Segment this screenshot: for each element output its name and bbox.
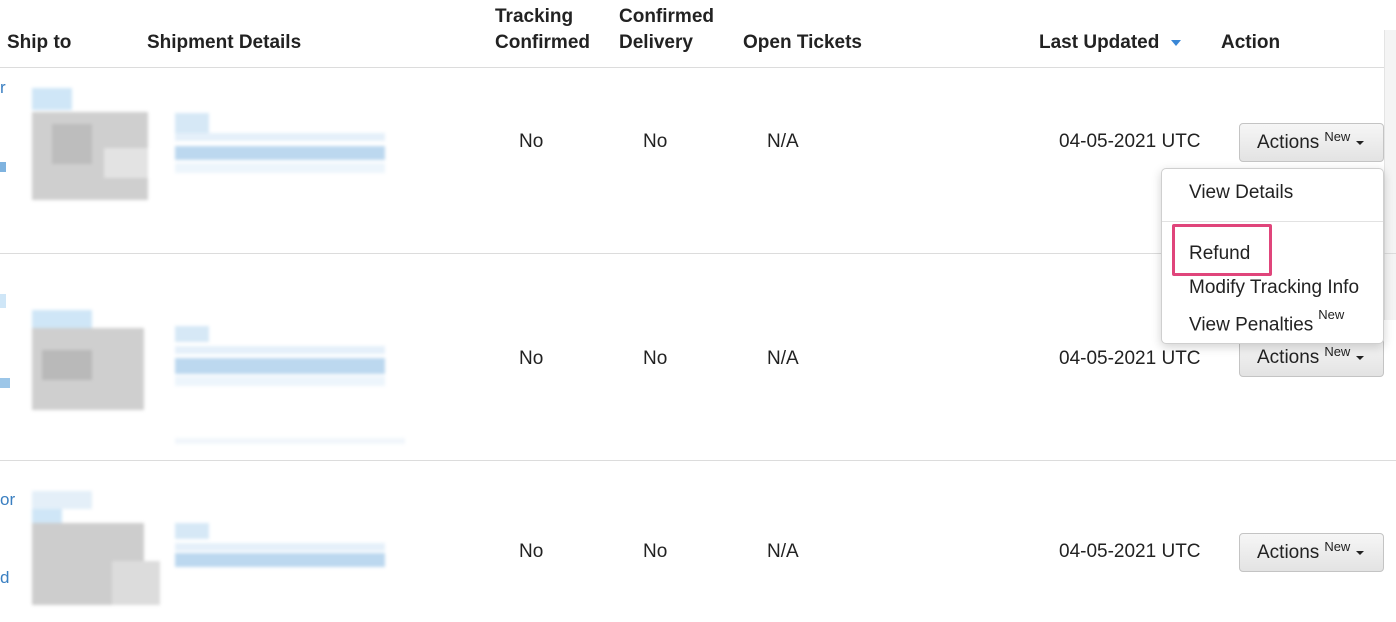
column-header-ship-to[interactable]: Ship to	[7, 30, 71, 56]
column-header-last-updated-label: Last Updated	[1039, 32, 1160, 53]
confirmed-delivery-value: No	[643, 541, 668, 562]
caret-down-icon	[1356, 140, 1365, 145]
caret-down-icon	[1356, 355, 1365, 360]
redacted-customer-image	[32, 491, 160, 605]
last-updated-value: 04-05-2021 UTC	[1059, 541, 1201, 562]
column-header-tracking-confirmed-line2: Confirmed	[495, 32, 590, 53]
table-header: Ship to Shipment Details Tracking Confir…	[0, 0, 1396, 68]
sort-descending-icon[interactable]	[1171, 39, 1182, 46]
ship-to-link-fragment[interactable]: d	[0, 568, 9, 588]
column-header-tracking-confirmed[interactable]: Tracking Confirmed	[495, 4, 590, 56]
redacted-shipment-details	[175, 326, 405, 446]
actions-dropdown-button[interactable]: Actions New	[1239, 533, 1384, 572]
table-row: or d No No N/A 04-05-2021 UTC Actions New	[0, 461, 1396, 622]
caret-down-icon	[1356, 550, 1365, 555]
new-badge: New	[1324, 539, 1351, 554]
column-header-confirmed-delivery-line1: Confirmed	[619, 6, 714, 27]
menu-item-view-penalties-label: View Penalties	[1189, 314, 1314, 336]
last-updated-value: 04-05-2021 UTC	[1059, 131, 1201, 152]
confirmed-delivery-value: No	[643, 131, 668, 152]
tracking-confirmed-value: No	[519, 348, 544, 369]
tracking-confirmed-value: No	[519, 131, 544, 152]
redacted-shipment-details	[175, 113, 385, 179]
ship-to-link-fragment[interactable]: r	[0, 78, 6, 98]
tracking-confirmed-value: No	[519, 541, 544, 562]
confirmed-delivery-value: No	[643, 348, 668, 369]
column-header-tracking-confirmed-line1: Tracking	[495, 6, 574, 27]
menu-item-modify-tracking-info[interactable]: Modify Tracking Info	[1189, 277, 1359, 299]
ship-to-link-fragment[interactable]: or	[0, 490, 15, 510]
open-tickets-value: N/A	[767, 541, 799, 562]
actions-label: Actions	[1257, 346, 1320, 368]
new-badge: New	[1318, 307, 1345, 322]
actions-label: Actions	[1257, 541, 1320, 563]
column-header-confirmed-delivery-line2: Delivery	[619, 32, 693, 53]
column-header-action: Action	[1221, 32, 1281, 53]
menu-item-view-penalties[interactable]: View Penalties New	[1189, 307, 1344, 336]
blurred-link-fragment	[0, 378, 10, 388]
new-badge: New	[1324, 129, 1351, 144]
blurred-link-fragment	[0, 162, 6, 172]
refund-highlight-box	[1172, 224, 1272, 276]
redacted-customer-image	[32, 310, 146, 410]
actions-dropdown-button[interactable]: Actions New	[1239, 123, 1384, 162]
menu-divider	[1162, 221, 1383, 222]
last-updated-value: 04-05-2021 UTC	[1059, 348, 1201, 369]
redacted-shipment-details	[175, 523, 385, 575]
open-tickets-value: N/A	[767, 348, 799, 369]
column-header-last-updated[interactable]: Last Updated	[1039, 30, 1182, 56]
menu-item-view-details[interactable]: View Details	[1189, 182, 1293, 204]
open-tickets-value: N/A	[767, 131, 799, 152]
new-badge: New	[1324, 344, 1351, 359]
column-header-confirmed-delivery[interactable]: Confirmed Delivery	[619, 4, 714, 56]
redacted-customer-image	[32, 88, 150, 200]
column-header-open-tickets[interactable]: Open Tickets	[743, 30, 862, 56]
blurred-link-fragment	[0, 294, 6, 308]
column-header-shipment-details[interactable]: Shipment Details	[147, 30, 301, 56]
actions-label: Actions	[1257, 131, 1320, 153]
